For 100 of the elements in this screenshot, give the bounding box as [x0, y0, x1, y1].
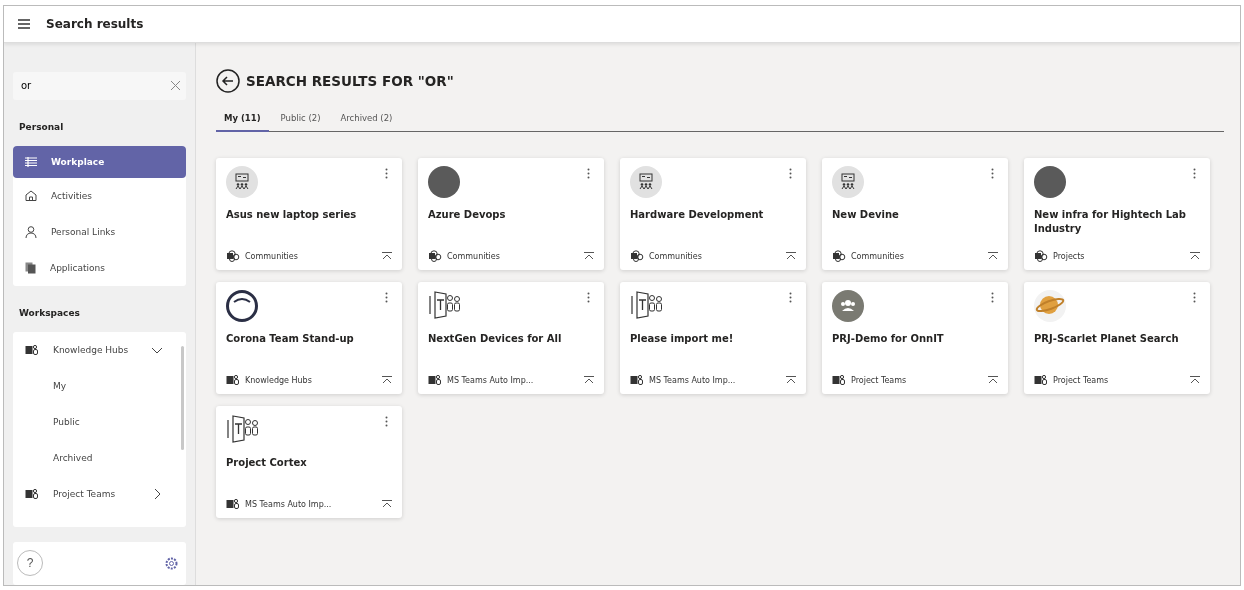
result-card[interactable]: PRJ-Scarlet Planet Search Project Teams: [1024, 282, 1210, 394]
more-icon: [587, 291, 590, 303]
chevron-icon[interactable]: [152, 488, 162, 499]
pin-button[interactable]: [786, 252, 796, 260]
card-source: Communities: [245, 251, 299, 261]
nav-item[interactable]: Applications: [13, 249, 186, 286]
collapse-icon: [584, 376, 594, 384]
pin-button[interactable]: [988, 252, 998, 260]
planet-icon: [1034, 290, 1066, 322]
result-card[interactable]: Azure Devops Communities: [418, 158, 604, 270]
card-title: Project Cortex: [226, 456, 308, 470]
collapse-icon: [382, 500, 392, 508]
card-title: NextGen Devices for All: [428, 332, 563, 346]
nav-item[interactable]: Activities: [13, 177, 186, 214]
pin-button[interactable]: [382, 500, 392, 508]
collapse-icon: [988, 376, 998, 384]
menu-icon[interactable]: [18, 19, 30, 29]
collapse-icon: [382, 376, 392, 384]
more-icon: [385, 167, 388, 179]
section-heading: Workspaces: [19, 307, 81, 318]
result-card[interactable]: Asus new laptop series Communities: [216, 158, 402, 270]
section-heading: Personal: [19, 121, 65, 132]
card-source: MS Teams Auto Imp...: [649, 375, 737, 385]
collapse-icon: [786, 252, 796, 260]
avatar-icon: [226, 290, 258, 322]
card-title: Hardware Development: [630, 208, 765, 222]
settings-icon[interactable]: [165, 556, 178, 570]
card-title: Azure Devops: [428, 208, 507, 222]
card-source: Communities: [851, 251, 905, 261]
help-button[interactable]: ?: [17, 550, 43, 577]
collapse-icon: [1190, 376, 1200, 384]
workspace-subitem[interactable]: Public: [13, 403, 186, 440]
tab[interactable]: Public (2): [272, 107, 329, 132]
more-icon: [789, 291, 792, 303]
pin-button[interactable]: [382, 376, 392, 384]
close-icon[interactable]: [171, 81, 180, 91]
collapse-icon: [382, 252, 392, 260]
card-title: Corona Team Stand-up: [226, 332, 355, 346]
presentation-icon: [226, 166, 258, 198]
search-input[interactable]: or: [19, 79, 167, 93]
pages-icon: [25, 261, 36, 274]
more-icon: [1193, 167, 1196, 179]
pin-button[interactable]: [988, 376, 998, 384]
collapse-icon: [1190, 252, 1200, 260]
more-icon: [385, 415, 388, 427]
collapse-icon: [786, 376, 796, 384]
workspace-item[interactable]: Project Teams: [13, 475, 186, 512]
workspace-subitem[interactable]: My: [13, 367, 186, 404]
more-icon: [991, 291, 994, 303]
card-title: PRJ-Scarlet Planet Search: [1034, 332, 1180, 346]
card-source: Communities: [649, 251, 703, 261]
more-icon: [587, 167, 590, 179]
card-source: Knowledge Hubs: [245, 375, 313, 385]
result-card[interactable]: New Devine Communities: [822, 158, 1008, 270]
more-icon: [991, 167, 994, 179]
pin-button[interactable]: [1190, 252, 1200, 260]
pin-button[interactable]: [584, 376, 594, 384]
scrollbar[interactable]: [181, 345, 184, 450]
result-card[interactable]: Project Cortex MS Teams Auto Imp...: [216, 406, 402, 518]
pin-button[interactable]: [1190, 376, 1200, 384]
back-icon[interactable]: [216, 69, 240, 93]
workspace-item[interactable]: Knowledge Hubs: [13, 331, 186, 368]
result-card[interactable]: New infra for Hightech Lab Industry Projects: [1024, 158, 1210, 270]
card-source: MS Teams Auto Imp...: [245, 499, 333, 509]
result-card[interactable]: NextGen Devices for All MS Teams Auto Imp...: [418, 282, 604, 394]
grid-icon: [25, 156, 37, 167]
person-icon: [25, 225, 37, 238]
presentation-icon: [630, 166, 662, 198]
card-title: PRJ-Demo for OnnIT: [832, 332, 945, 346]
tab[interactable]: Archived (2): [332, 107, 401, 132]
tab[interactable]: My (11): [216, 107, 269, 132]
pin-button[interactable]: [382, 252, 392, 260]
card-source: Projects: [1053, 251, 1086, 261]
card-title: New infra for Hightech Lab Industry: [1034, 208, 1187, 236]
card-title: Asus new laptop series: [226, 208, 358, 222]
result-card[interactable]: Please import me! MS Teams Auto Imp...: [620, 282, 806, 394]
pin-button[interactable]: [584, 252, 594, 260]
photo-placeholder: [428, 166, 460, 198]
nav-item[interactable]: Personal Links: [13, 213, 186, 250]
result-card[interactable]: Corona Team Stand-up Knowledge Hubs: [216, 282, 402, 394]
nav-item[interactable]: Workplace: [13, 145, 186, 178]
home-icon: [25, 190, 37, 202]
card-source: Project Teams: [1053, 375, 1110, 385]
more-icon: [789, 167, 792, 179]
page-title: Search results: [46, 17, 144, 31]
results-title: SEARCH RESULTS FOR "OR": [246, 73, 454, 89]
result-card[interactable]: PRJ-Demo for OnnIT Project Teams: [822, 282, 1008, 394]
group-icon: [832, 290, 864, 322]
presentation-icon: [832, 166, 864, 198]
card-source: MS Teams Auto Imp...: [447, 375, 535, 385]
collapse-icon: [584, 252, 594, 260]
collapse-icon: [988, 252, 998, 260]
pin-button[interactable]: [786, 376, 796, 384]
card-title: Please import me!: [630, 332, 735, 346]
result-card[interactable]: Hardware Development Communities: [620, 158, 806, 270]
workspace-subitem[interactable]: Archived: [13, 439, 186, 476]
search-field[interactable]: or: [13, 72, 186, 100]
card-title: New Devine: [832, 208, 900, 222]
more-icon: [385, 291, 388, 303]
photo-placeholder: [1034, 166, 1066, 198]
